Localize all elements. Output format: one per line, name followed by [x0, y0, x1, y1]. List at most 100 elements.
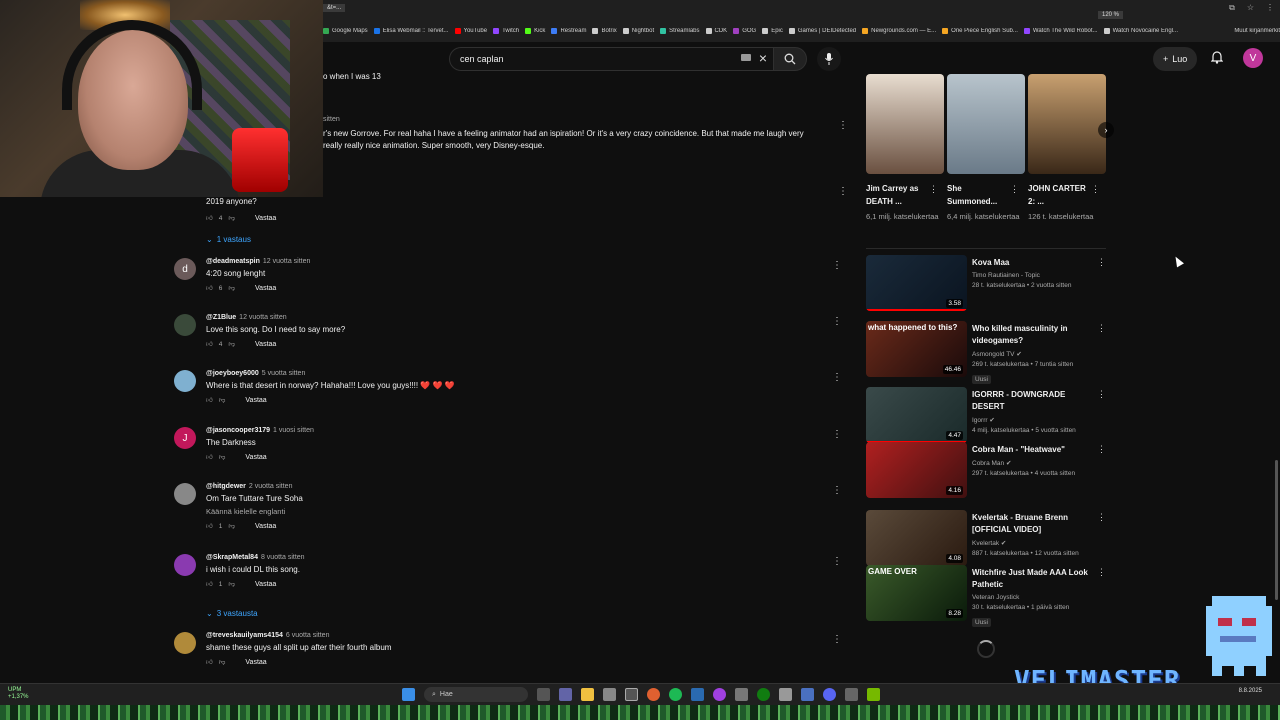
bookmark-item[interactable]: GOG: [733, 28, 756, 34]
star-icon[interactable]: ☆: [1247, 3, 1254, 13]
start-icon[interactable]: [402, 688, 415, 701]
video-thumbnail[interactable]: GAME OVER 8.28: [866, 565, 967, 621]
video-card[interactable]: 3.58 Kova Maa Timo Rautiainen - Topic 28 t.…: [866, 255, 1116, 313]
thumbs-down-icon[interactable]: 👎︎: [219, 396, 226, 404]
channel-name[interactable]: Igorrr ✔: [972, 416, 1096, 424]
thumbs-up-icon[interactable]: 👍︎: [206, 214, 213, 222]
url-fragment[interactable]: &t=...: [323, 4, 346, 12]
comment-menu-icon[interactable]: ⋮: [838, 120, 852, 131]
comment-time[interactable]: 8 vuotta sitten: [261, 554, 305, 561]
comment-menu-icon[interactable]: ⋮: [832, 634, 842, 645]
author-name[interactable]: @SkrapMetal84: [206, 554, 258, 561]
avatar[interactable]: [174, 314, 196, 336]
comment-menu-icon[interactable]: ⋮: [832, 556, 842, 567]
thumbs-down-icon[interactable]: 👎︎: [228, 214, 235, 222]
avatar[interactable]: J: [174, 427, 196, 449]
translate-link[interactable]: Käännä kielelle englanti: [206, 507, 826, 516]
reply-button[interactable]: Vastaa: [255, 285, 276, 292]
menu-icon[interactable]: ⋮: [1266, 3, 1274, 13]
video-thumbnail[interactable]: 4.47: [866, 387, 967, 443]
voice-search-button[interactable]: [817, 47, 841, 71]
bookmark-item[interactable]: CDK: [705, 28, 727, 34]
channel-name[interactable]: Kvelertak ✔: [972, 539, 1096, 547]
avatar[interactable]: [174, 632, 196, 654]
short-thumbnail[interactable]: [866, 74, 944, 174]
thumbs-down-icon[interactable]: 👎︎: [219, 453, 226, 461]
comment-time[interactable]: 12 vuotta sitten: [239, 314, 286, 321]
bookmark-item[interactable]: Streamlabs: [660, 28, 700, 34]
comment-menu-icon[interactable]: ⋮: [832, 260, 842, 271]
replies-toggle[interactable]: ⌄ 1 vastaus: [206, 235, 251, 244]
author-name[interactable]: @joeyboey6000: [206, 370, 259, 377]
video-title[interactable]: Witchfire Just Made AAA Look Pathetic: [972, 567, 1096, 591]
extensions-icon[interactable]: ⧉: [1229, 3, 1235, 13]
video-title[interactable]: Cobra Man - "Heatwave": [972, 444, 1096, 456]
bookmark-item[interactable]: Kick: [525, 28, 545, 34]
comment-author[interactable]: @jasoncooper3179 1 vuosi sitten: [206, 427, 826, 434]
reply-button[interactable]: Vastaa: [245, 659, 266, 666]
video-title[interactable]: IGORRR - DOWNGRADE DESERT: [972, 389, 1096, 413]
comment-author[interactable]: @hitgdewer 2 vuotta sitten: [206, 483, 826, 490]
clear-search-icon[interactable]: ×: [759, 50, 767, 66]
video-menu-icon[interactable]: ⋮: [1097, 323, 1106, 334]
user-avatar[interactable]: V: [1243, 48, 1263, 68]
reply-button[interactable]: Vastaa: [255, 581, 276, 588]
short-card[interactable]: Jim Carrey as DEATH ... 6,1 milj. katselu…: [866, 74, 944, 223]
taskbar-search[interactable]: ⌕ Hae: [424, 687, 528, 702]
xbox-icon[interactable]: [757, 688, 770, 701]
app-icon[interactable]: [845, 688, 858, 701]
bookmark-item[interactable]: One Piece English Sub...: [942, 28, 1018, 34]
bookmark-item[interactable]: Twitch: [493, 28, 519, 34]
stock-widget[interactable]: UPM +1,37%: [8, 687, 29, 701]
video-thumbnail[interactable]: 4.08: [866, 510, 967, 566]
thumbs-down-icon[interactable]: 👎︎: [228, 580, 235, 588]
video-card[interactable]: what happened to this? 46.46 Who killed ma…: [866, 321, 1116, 384]
task-view-icon[interactable]: [537, 688, 550, 701]
comment-time[interactable]: 2 vuotta sitten: [249, 483, 293, 490]
video-menu-icon[interactable]: ⋮: [1097, 257, 1106, 268]
comment-menu-icon[interactable]: ⋮: [832, 316, 842, 327]
bookmark-item[interactable]: Nightbot: [622, 28, 654, 34]
video-thumbnail[interactable]: 4.16: [866, 442, 967, 498]
bookmark-item[interactable]: Watch The Wild Robot...: [1023, 28, 1098, 34]
other-bookmarks[interactable]: Muut kirjanmerkit: [1234, 28, 1280, 34]
short-menu-icon[interactable]: ⋮: [1091, 184, 1100, 195]
bookmark-item[interactable]: YouTube: [454, 28, 487, 34]
video-menu-icon[interactable]: ⋮: [1097, 389, 1106, 400]
reply-button[interactable]: Vastaa: [255, 523, 276, 530]
channel-name[interactable]: Veteran Joystick: [972, 594, 1096, 601]
system-tray[interactable]: 8.8.2025: [1239, 688, 1262, 695]
short-title[interactable]: She Summoned...: [947, 182, 1011, 208]
channel-name[interactable]: Timo Rautiainen - Topic: [972, 272, 1096, 279]
comment-author[interactable]: @treveskauilyams4154 6 vuotta sitten: [206, 632, 826, 639]
comment-time[interactable]: 6 vuotta sitten: [286, 632, 330, 639]
channel-name[interactable]: Cobra Man ✔: [972, 459, 1096, 467]
short-title[interactable]: JOHN CARTER 2: ...: [1028, 182, 1092, 208]
reply-button[interactable]: Vastaa: [255, 215, 276, 222]
comment-menu-icon[interactable]: ⋮: [832, 372, 842, 383]
author-name[interactable]: @hitgdewer: [206, 483, 246, 490]
thumbs-down-icon[interactable]: 👎︎: [228, 522, 235, 530]
short-menu-icon[interactable]: ⋮: [929, 184, 938, 195]
bookmark-item[interactable]: Google Maps: [323, 28, 368, 34]
page-scrollbar[interactable]: [1275, 460, 1278, 600]
firefox-icon[interactable]: [647, 688, 660, 701]
comment-time[interactable]: 12 vuotta sitten: [263, 258, 310, 265]
reply-button[interactable]: Vastaa: [255, 341, 276, 348]
bookmark-item[interactable]: Elisa Webmail :: Tervet...: [373, 28, 449, 34]
comment-author[interactable]: @joeyboey6000 5 vuotta sitten: [206, 370, 826, 377]
comment-menu-icon[interactable]: ⋮: [838, 186, 852, 197]
avatar[interactable]: d: [174, 258, 196, 280]
video-thumbnail[interactable]: 3.58: [866, 255, 967, 311]
thumbs-up-icon[interactable]: 👍︎: [206, 658, 213, 666]
thumbs-down-icon[interactable]: 👎︎: [228, 340, 235, 348]
video-title[interactable]: Kova Maa: [972, 257, 1096, 269]
comment-author[interactable]: @SkrapMetal84 8 vuotta sitten: [206, 554, 826, 561]
author-name[interactable]: @jasoncooper3179: [206, 427, 270, 434]
video-menu-icon[interactable]: ⋮: [1097, 567, 1106, 578]
video-card[interactable]: 4.47 IGORRR - DOWNGRADE DESERT Igorrr ✔ 4 m…: [866, 387, 1116, 445]
bookmark-item[interactable]: Epic: [762, 28, 783, 34]
bookmark-item[interactable]: Watch Novocaine Engl...: [1103, 28, 1178, 34]
settings-icon[interactable]: [779, 688, 792, 701]
thumbs-up-icon[interactable]: 👍︎: [206, 396, 213, 404]
